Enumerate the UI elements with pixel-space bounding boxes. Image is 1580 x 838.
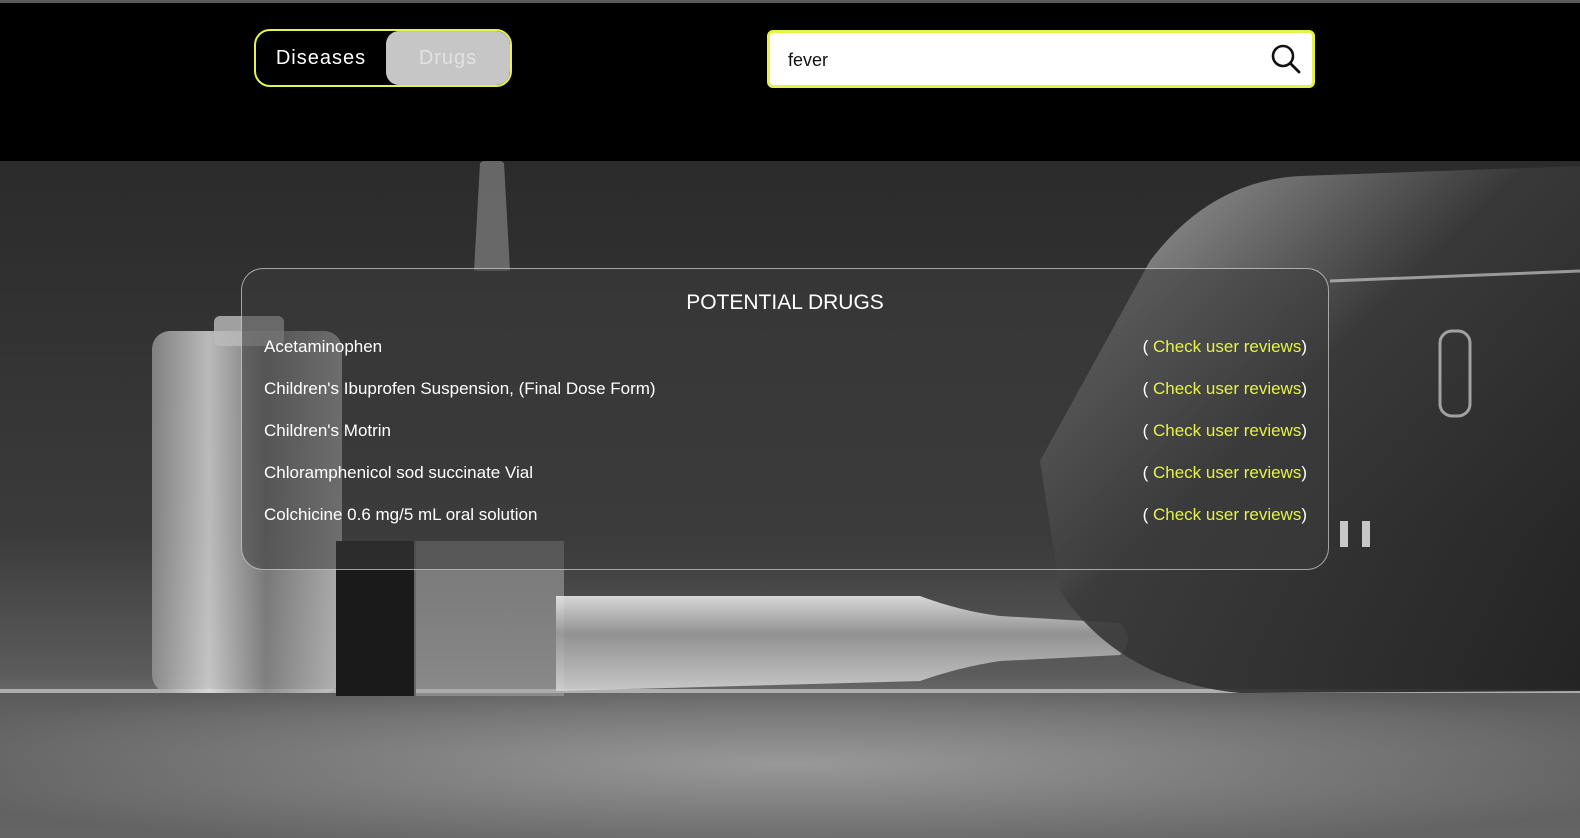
review-open-paren: ( (1142, 463, 1153, 482)
drug-row: Children's Ibuprofen Suspension, (Final … (264, 377, 1307, 419)
review-wrapper: ( Check user reviews) (1143, 461, 1307, 485)
review-open-paren: ( (1142, 421, 1153, 440)
drug-row: Chloramphenicol sod succinate Vial ( Che… (264, 461, 1307, 503)
category-toggle: Diseases Drugs (254, 29, 512, 87)
review-close-paren: ) (1301, 463, 1307, 482)
page: Diseases Drugs fever POTENTIAL DRUGS Ace… (0, 0, 1580, 838)
drug-row: Colchicine 0.6 mg/5 mL oral solution ( C… (264, 503, 1307, 545)
review-wrapper: ( Check user reviews) (1143, 377, 1307, 401)
drug-name: Colchicine 0.6 mg/5 mL oral solution (264, 505, 538, 524)
check-reviews-link[interactable]: Check user reviews (1153, 463, 1301, 482)
drug-row: Children's Motrin ( Check user reviews) (264, 419, 1307, 461)
drug-row: Acetaminophen ( Check user reviews) (264, 335, 1307, 377)
review-wrapper: ( Check user reviews) (1143, 419, 1307, 443)
review-open-paren: ( (1142, 379, 1153, 398)
toggle-drugs-button[interactable]: Drugs (386, 31, 510, 85)
check-reviews-link[interactable]: Check user reviews (1153, 421, 1301, 440)
check-reviews-link[interactable]: Check user reviews (1153, 337, 1301, 356)
check-reviews-link[interactable]: Check user reviews (1153, 505, 1301, 524)
drug-name: Children's Ibuprofen Suspension, (Final … (264, 379, 656, 398)
review-open-paren: ( (1142, 337, 1153, 356)
results-title: POTENTIAL DRUGS (686, 291, 884, 314)
header-bar: Diseases Drugs (0, 3, 1580, 161)
review-close-paren: ) (1301, 421, 1307, 440)
drug-name: Chloramphenicol sod succinate Vial (264, 463, 534, 482)
results-panel: POTENTIAL DRUGS Acetaminophen ( Check us… (241, 268, 1329, 570)
review-open-paren: ( (1142, 505, 1153, 524)
review-close-paren: ) (1301, 337, 1307, 356)
search-box (767, 30, 1315, 88)
review-wrapper: ( Check user reviews) (1143, 335, 1307, 359)
check-reviews-link[interactable]: Check user reviews (1153, 379, 1301, 398)
drug-name: Acetaminophen (264, 337, 383, 356)
search-input[interactable] (786, 33, 1260, 87)
review-close-paren: ) (1301, 505, 1307, 524)
review-wrapper: ( Check user reviews) (1143, 503, 1307, 527)
review-close-paren: ) (1301, 379, 1307, 398)
drug-name: Children's Motrin (264, 421, 392, 440)
toggle-diseases-button[interactable]: Diseases (256, 31, 386, 85)
drug-list: Acetaminophen ( Check user reviews) Chil… (264, 335, 1307, 545)
search-icon[interactable] (1270, 43, 1302, 75)
